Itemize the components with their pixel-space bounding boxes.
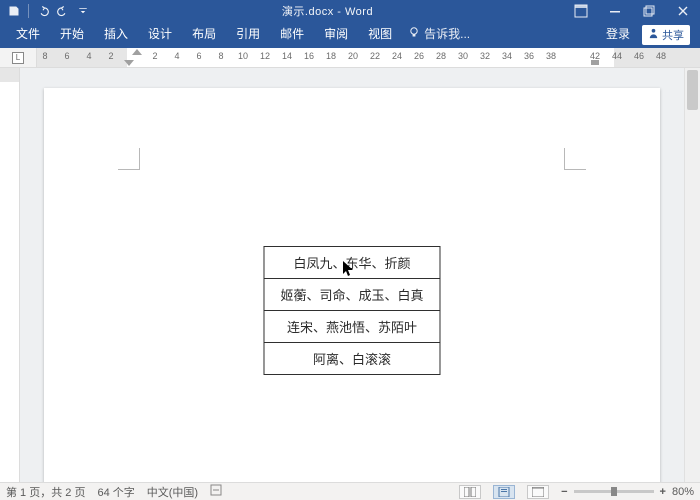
- content-table[interactable]: 白凤九、东华、折颜 姬蘅、司命、成玉、白真 连宋、燕池悟、苏陌叶 阿离、白滚滚: [263, 246, 440, 375]
- status-bar: 第 1 页，共 2 页 64 个字 中文(中国) − + 80%: [0, 482, 700, 500]
- ruler-mark: 28: [436, 51, 446, 61]
- window-controls: [564, 0, 700, 22]
- ruler-mark: 8: [218, 51, 223, 61]
- quick-access-toolbar: [0, 3, 91, 19]
- tab-references[interactable]: 引用: [226, 20, 270, 48]
- margin-marker-top-right: [564, 148, 586, 170]
- zoom-value[interactable]: 80%: [672, 486, 694, 498]
- ruler-mark: 6: [196, 51, 201, 61]
- track-changes-icon[interactable]: [210, 484, 222, 499]
- ruler-mark: 32: [480, 51, 490, 61]
- zoom-slider[interactable]: [574, 490, 654, 493]
- close-icon[interactable]: [666, 0, 700, 22]
- ruler-mark: 26: [414, 51, 424, 61]
- zoom-in-button[interactable]: +: [660, 486, 666, 498]
- restore-icon[interactable]: [632, 0, 666, 22]
- login-button[interactable]: 登录: [598, 20, 638, 48]
- table-cell[interactable]: 白凤九、东华、折颜: [264, 247, 440, 279]
- view-read-mode[interactable]: [459, 485, 481, 499]
- ruler-mark: 4: [86, 51, 91, 61]
- table-cell[interactable]: 阿离、白滚滚: [264, 343, 440, 375]
- tell-me[interactable]: 告诉我...: [402, 25, 476, 48]
- table-row: 白凤九、东华、折颜: [264, 247, 440, 279]
- ruler-mark: 24: [392, 51, 402, 61]
- ruler-mark: 48: [656, 51, 666, 61]
- tab-view[interactable]: 视图: [358, 20, 402, 48]
- zoom-controls: − + 80%: [561, 486, 694, 498]
- save-icon[interactable]: [6, 3, 22, 19]
- tab-design[interactable]: 设计: [138, 20, 182, 48]
- share-button[interactable]: 共享: [642, 25, 690, 45]
- margin-marker-top-left: [118, 148, 140, 170]
- scroll-thumb[interactable]: [687, 70, 698, 110]
- ruler-mark: 4: [174, 51, 179, 61]
- ruler-mark: 8: [42, 51, 47, 61]
- ribbon-options-icon[interactable]: [564, 0, 598, 22]
- vertical-scrollbar[interactable]: [684, 68, 700, 482]
- status-lang[interactable]: 中文(中国): [147, 484, 198, 500]
- window-title: 演示.docx - Word: [91, 3, 564, 19]
- ruler-mark: 38: [546, 51, 556, 61]
- document-viewport[interactable]: 白凤九、东华、折颜 姬蘅、司命、成玉、白真 连宋、燕池悟、苏陌叶 阿离、白滚滚: [20, 68, 684, 482]
- ruler-mark: 16: [304, 51, 314, 61]
- tab-insert[interactable]: 插入: [94, 20, 138, 48]
- ruler-mark: 34: [502, 51, 512, 61]
- page[interactable]: 白凤九、东华、折颜 姬蘅、司命、成玉、白真 连宋、燕池悟、苏陌叶 阿离、白滚滚: [44, 88, 660, 482]
- tell-me-label: 告诉我...: [424, 25, 470, 42]
- title-bar: 演示.docx - Word: [0, 0, 700, 22]
- tab-selector[interactable]: L: [0, 48, 36, 67]
- ruler-mark: 14: [282, 51, 292, 61]
- lightbulb-icon: [408, 26, 420, 41]
- table-row: 阿离、白滚滚: [264, 343, 440, 375]
- share-label: 共享: [662, 27, 684, 43]
- ruler-mark: 42: [590, 51, 600, 61]
- document-area: 白凤九、东华、折颜 姬蘅、司命、成玉、白真 连宋、燕池悟、苏陌叶 阿离、白滚滚: [0, 68, 700, 482]
- table-row: 姬蘅、司命、成玉、白真: [264, 279, 440, 311]
- ruler-mark: 22: [370, 51, 380, 61]
- horizontal-ruler[interactable]: 8642246810121416182022242628303234363842…: [36, 48, 700, 67]
- status-page[interactable]: 第 1 页，共 2 页: [6, 484, 85, 500]
- zoom-out-button[interactable]: −: [561, 486, 567, 498]
- ruler-mark: 44: [612, 51, 622, 61]
- ruler-mark: 30: [458, 51, 468, 61]
- ruler-mark: 6: [64, 51, 69, 61]
- tab-layout[interactable]: 布局: [182, 20, 226, 48]
- view-web-layout[interactable]: [527, 485, 549, 499]
- status-words[interactable]: 64 个字: [97, 484, 134, 500]
- table-row: 连宋、燕池悟、苏陌叶: [264, 311, 440, 343]
- table-cell[interactable]: 姬蘅、司命、成玉、白真: [264, 279, 440, 311]
- ruler-mark: 2: [108, 51, 113, 61]
- table-cell[interactable]: 连宋、燕池悟、苏陌叶: [264, 311, 440, 343]
- ruler-mark: 20: [348, 51, 358, 61]
- vertical-ruler[interactable]: [0, 68, 20, 482]
- share-icon: [648, 28, 659, 42]
- ruler-mark: 46: [634, 51, 644, 61]
- ruler-mark: 2: [152, 51, 157, 61]
- view-print-layout[interactable]: [493, 485, 515, 499]
- redo-icon[interactable]: [55, 3, 71, 19]
- ruler-mark: 12: [260, 51, 270, 61]
- ruler-mark: 36: [524, 51, 534, 61]
- ribbon-tabs: 文件 开始 插入 设计 布局 引用 邮件 审阅 视图 告诉我... 登录 共享: [0, 22, 700, 48]
- ruler-mark: 10: [238, 51, 248, 61]
- tab-review[interactable]: 审阅: [314, 20, 358, 48]
- undo-icon[interactable]: [35, 3, 51, 19]
- ruler-mark: 18: [326, 51, 336, 61]
- tab-mailings[interactable]: 邮件: [270, 20, 314, 48]
- minimize-icon[interactable]: [598, 0, 632, 22]
- customize-qat-icon[interactable]: [75, 3, 91, 19]
- tab-home[interactable]: 开始: [50, 20, 94, 48]
- horizontal-ruler-area: L 86422468101214161820222426283032343638…: [0, 48, 700, 68]
- tab-file[interactable]: 文件: [6, 20, 50, 48]
